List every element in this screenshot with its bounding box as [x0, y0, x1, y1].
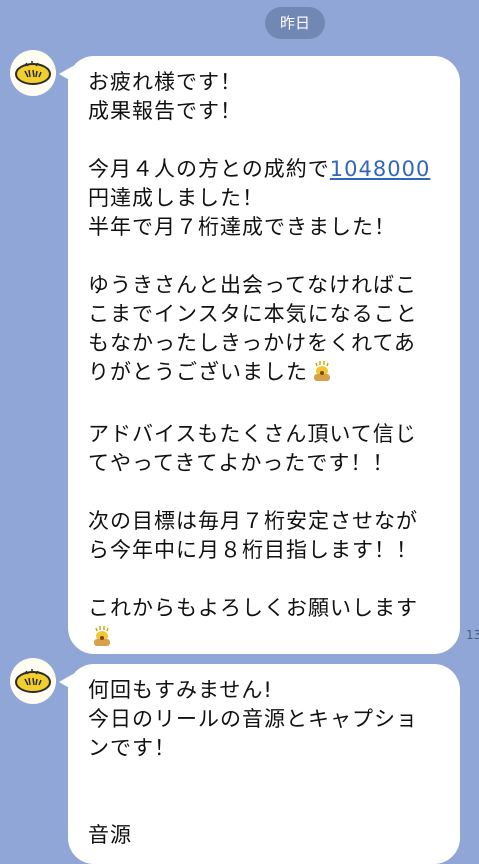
message-line: ゆうきさんと出会ってなければこ	[88, 273, 417, 297]
message-line: 次の目標は毎月７桁安定させなが	[88, 509, 418, 533]
message-line: 何回もすみません!	[88, 678, 273, 702]
message-line: お疲れ様です！	[88, 70, 242, 94]
sender-avatar[interactable]	[10, 658, 56, 704]
message-line: こまでインスタに本気になること	[88, 302, 418, 326]
message-line: てやってきてよかったです！！	[88, 451, 395, 475]
message-line: アドバイスもたくさん頂いて信じ	[88, 422, 417, 446]
message-line: 今日のリールの音源とキャプショ	[88, 707, 418, 731]
message-line: りがとうございました	[88, 358, 444, 391]
message-text: 今月４人の方との成約で	[88, 157, 330, 181]
message-text: りがとうございました	[88, 360, 308, 384]
bubble-tail	[59, 66, 73, 82]
message-line: ンです！	[88, 736, 176, 760]
message-line: もなかったしきっかけをくれてあ	[88, 331, 416, 355]
emoji-line	[88, 623, 444, 656]
chat-view: 昨日 お疲れ様です！ 成果報告です！ 今月４人の方との成約で1048000 円達…	[0, 0, 479, 864]
message-line: これからもよろしくお願いします	[88, 596, 418, 620]
message-bubble-2[interactable]: 何回もすみません! 今日のリールの音源とキャプショ ンです！ 音源	[59, 664, 460, 864]
bowing-person-emoji	[310, 359, 334, 391]
message-line: 成果報告です！	[88, 99, 242, 123]
date-separator: 昨日	[265, 7, 325, 39]
message-line: ら今年中に月８桁目指します！！	[88, 538, 418, 562]
message-line: 音源	[88, 823, 132, 847]
message-timestamp: 13	[466, 628, 479, 642]
message-line: 半年で月７桁達成できました！	[88, 215, 396, 239]
message-line: 今月４人の方との成約で1048000	[88, 155, 444, 184]
message-line: 円達成しました！	[88, 186, 264, 210]
message-bubble-1[interactable]: お疲れ様です！ 成果報告です！ 今月４人の方との成約で1048000 円達成しま…	[59, 56, 460, 656]
bowing-person-emoji	[90, 624, 114, 656]
bubble-tail	[59, 674, 73, 690]
amount-link[interactable]: 1048000	[330, 157, 431, 181]
sender-avatar[interactable]	[10, 50, 56, 96]
